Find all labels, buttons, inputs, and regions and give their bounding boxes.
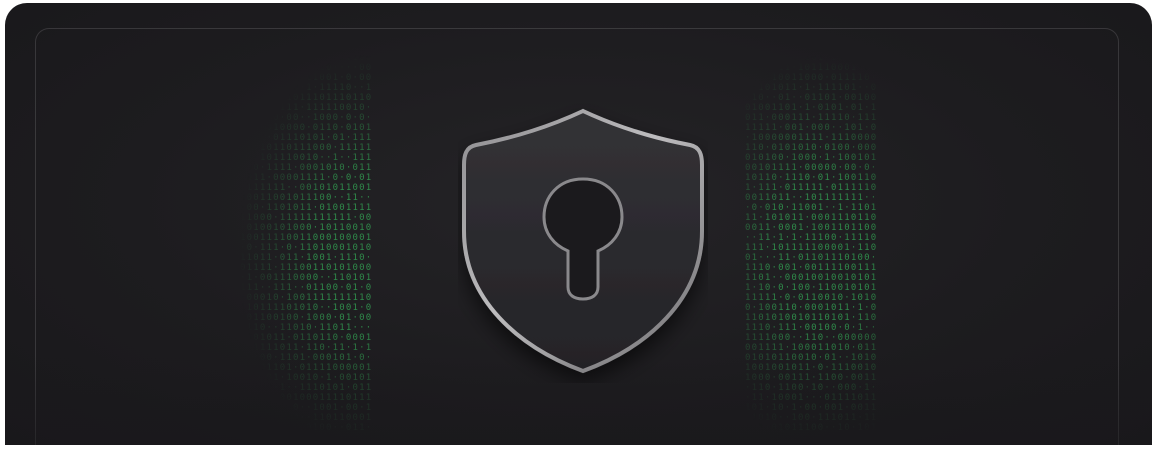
binary-pattern-right: ··100110·010111·0·0· ···010·10·0110001·1… xyxy=(745,33,878,433)
hero-banner: 0011001·011001010100 11··10·110011·01011… xyxy=(5,3,1152,445)
binary-pattern-left: 0011001·011001010100 11··10·110011·01011… xyxy=(240,33,373,433)
shield-icon xyxy=(458,103,708,383)
shield-keyhole-icon xyxy=(462,108,704,374)
